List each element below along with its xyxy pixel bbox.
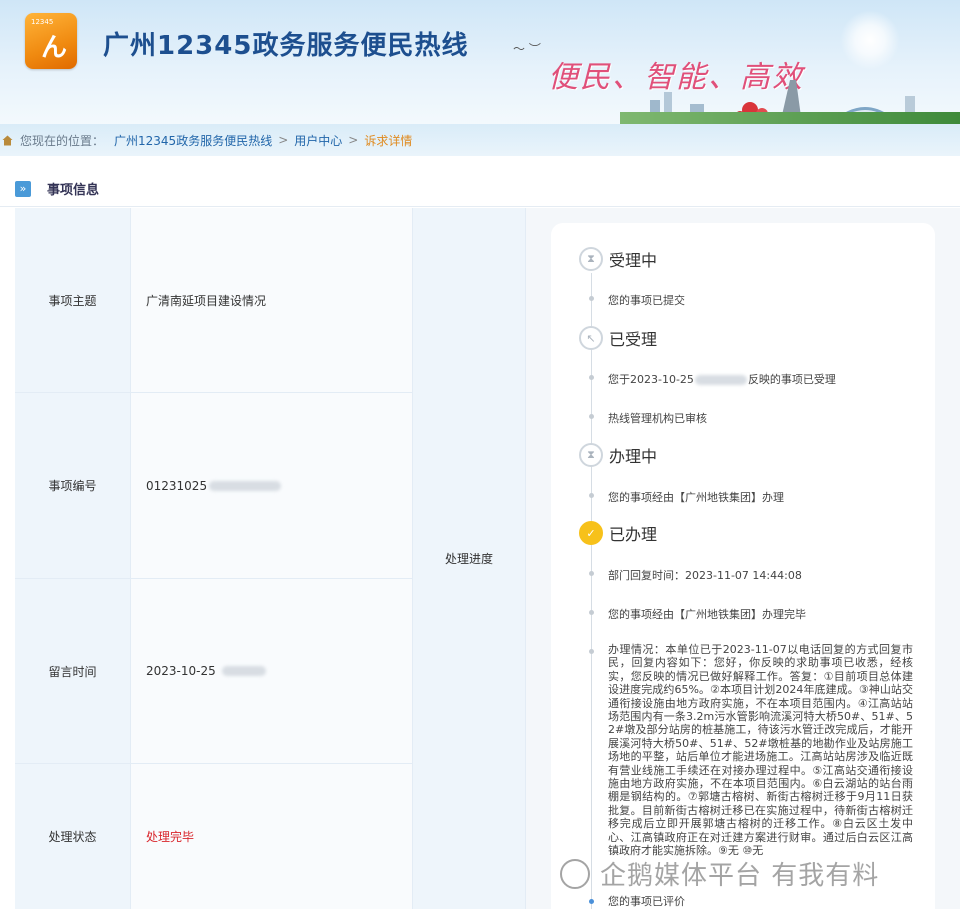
breadcrumb-link-user-center[interactable]: 用户中心 bbox=[294, 132, 342, 149]
site-title: 广州12345政务服务便民热线 bbox=[103, 31, 469, 61]
watermark-text: 企鹅媒体平台 有我有料 bbox=[600, 861, 880, 891]
breadcrumb-link-home[interactable]: 广州12345政务服务便民热线 bbox=[114, 132, 272, 149]
step-dot bbox=[589, 414, 594, 419]
step-dot bbox=[589, 296, 594, 301]
hourglass-icon: ⧗ bbox=[579, 247, 603, 271]
step-text: 您的事项已提交 bbox=[608, 294, 685, 307]
step-dot bbox=[589, 649, 594, 654]
stage-accepted: ↖ 已受理 bbox=[579, 326, 657, 350]
breadcrumb-separator: > bbox=[348, 133, 359, 147]
step-text: 您的事项经由【广州地铁集团】办理 bbox=[608, 491, 784, 504]
step-text-last: 您的事项已评价 bbox=[608, 895, 685, 908]
progress-label: 处理进度 bbox=[412, 208, 526, 909]
step-text: 热线管理机构已审核 bbox=[608, 412, 707, 425]
home-icon bbox=[2, 135, 13, 145]
stage-title: 已受理 bbox=[609, 330, 658, 349]
info-table: 事项主题 广清南延项目建设情况 事项编号 01231025 留言时间 2023-… bbox=[15, 208, 412, 909]
step-dot bbox=[589, 610, 594, 615]
logo-glyph-icon: ん bbox=[41, 33, 68, 63]
redacted-time bbox=[694, 375, 747, 385]
progress-label-text: 处理进度 bbox=[444, 552, 493, 566]
step-dot bbox=[589, 493, 594, 498]
step-dot bbox=[589, 571, 594, 576]
step-dot bbox=[589, 375, 594, 380]
site-logo[interactable]: 12345 ん bbox=[25, 13, 77, 69]
info-row-status: 处理状态 处理完毕 bbox=[15, 764, 412, 909]
redacted-time bbox=[221, 666, 266, 676]
info-row-number: 事项编号 01231025 bbox=[15, 393, 412, 579]
header-ground-decoration bbox=[620, 112, 960, 124]
logo-number: 12345 bbox=[31, 18, 54, 26]
hourglass-icon: ⧗ bbox=[579, 443, 603, 467]
step-text-part: 您于2023-10-25 bbox=[608, 373, 694, 386]
timeline: ⧗ 受理中 您的事项已提交 ↖ 已受理 您于2023-10-25 反映的事项已受理… bbox=[551, 223, 935, 909]
breadcrumb-prefix: 您现在的位置： bbox=[20, 133, 105, 148]
site-header: 12345 ん 广州12345政务服务便民热线 〜 ︶ 便民、智能、高效 bbox=[0, 0, 960, 124]
info-label: 事项主题 bbox=[15, 208, 130, 392]
breadcrumb: 您现在的位置： 广州12345政务服务便民热线 > 用户中心 > 诉求详情 bbox=[0, 124, 960, 156]
step-text-part: 反映的事项已受理 bbox=[747, 373, 836, 386]
info-value-status: 处理完毕 bbox=[130, 764, 412, 909]
time-text: 2023-10-25 bbox=[146, 664, 216, 678]
watermark: 企鹅媒体平台 有我有料 bbox=[560, 855, 879, 892]
info-row-subject: 事项主题 广清南延项目建设情况 bbox=[15, 208, 412, 393]
stage-processing: ⧗ 办理中 bbox=[579, 443, 657, 467]
step-text-accepted: 您于2023-10-25 反映的事项已受理 bbox=[608, 371, 836, 387]
pointer-icon: ↖ bbox=[579, 326, 603, 350]
reply-detail: 办理情况：本单位已于2023-11-07以电话回复的方式回复市民，回复内容如下：… bbox=[608, 643, 913, 858]
step-dot bbox=[589, 899, 594, 904]
stage-title: 受理中 bbox=[609, 251, 658, 270]
breadcrumb-current: 诉求详情 bbox=[364, 133, 413, 148]
stage-title: 已办理 bbox=[609, 525, 658, 544]
stage-accepting: ⧗ 受理中 bbox=[579, 247, 657, 271]
step-text: 您的事项经由【广州地铁集团】办理完毕 bbox=[608, 608, 806, 621]
section-header: » 事项信息 bbox=[0, 171, 960, 207]
check-icon: ✓ bbox=[579, 521, 603, 545]
stage-done: ✓ 已办理 bbox=[579, 521, 657, 545]
sun-decoration-icon bbox=[840, 10, 900, 70]
penguin-logo-icon bbox=[560, 858, 590, 889]
subject-text: 广清南延项目建设情况 bbox=[146, 293, 267, 308]
status-badge: 处理完毕 bbox=[146, 830, 195, 844]
step-text: 部门回复时间：2023-11-07 14:44:08 bbox=[608, 569, 802, 582]
info-value-subject: 广清南延项目建设情况 bbox=[130, 208, 412, 392]
birds-decoration-icon: 〜 ︶ bbox=[513, 42, 541, 56]
section-title: 事项信息 bbox=[47, 183, 100, 198]
redacted-number bbox=[209, 480, 282, 491]
info-value-number: 01231025 bbox=[130, 393, 412, 578]
timeline-panel: ⧗ 受理中 您的事项已提交 ↖ 已受理 您于2023-10-25 反映的事项已受理… bbox=[526, 208, 960, 909]
info-label: 处理状态 bbox=[15, 764, 130, 909]
info-row-time: 留言时间 2023-10-25 bbox=[15, 579, 412, 764]
timeline-line bbox=[591, 273, 592, 909]
breadcrumb-separator: > bbox=[278, 133, 289, 147]
info-value-time: 2023-10-25 bbox=[130, 579, 412, 763]
stage-title: 办理中 bbox=[609, 447, 658, 466]
info-label: 留言时间 bbox=[15, 579, 130, 763]
number-text: 01231025 bbox=[146, 478, 208, 493]
info-label: 事项编号 bbox=[15, 393, 130, 578]
double-chevron-right-icon: » bbox=[15, 180, 31, 197]
